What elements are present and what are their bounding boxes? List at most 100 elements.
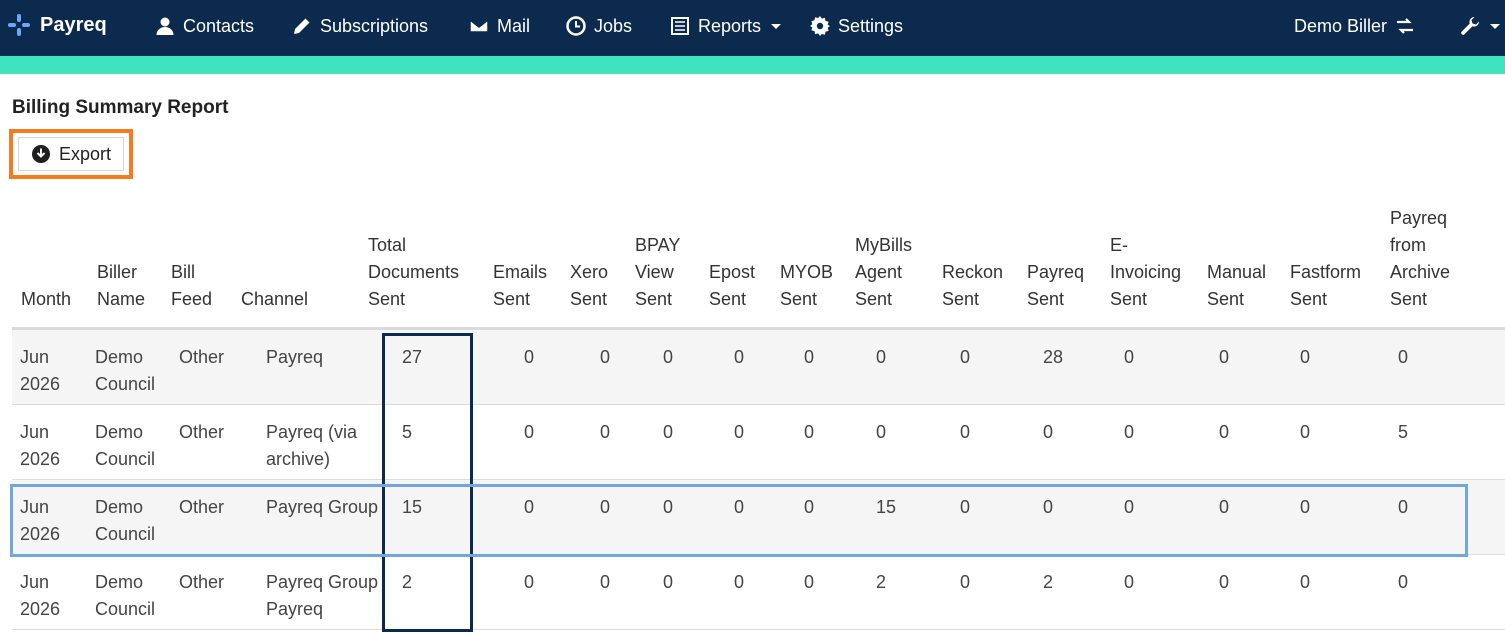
cell-biller-name: Demo Council	[95, 347, 156, 394]
cell-mybills: 0	[876, 347, 887, 367]
cell-einvoicing: 0	[1124, 347, 1135, 367]
cell-payreq: 0	[1043, 497, 1054, 517]
col-header-month[interactable]: Month	[21, 286, 91, 313]
nav-jobs[interactable]: Jobs	[566, 14, 632, 38]
col-header-fastform[interactable]: Fastform Sent	[1290, 259, 1374, 313]
cell-emails: 0	[524, 572, 535, 592]
cell-einvoicing: 0	[1124, 497, 1135, 517]
nav-reports-dropdown[interactable]: Reports	[670, 14, 782, 38]
cell-bill-feed: Other	[179, 497, 225, 517]
table-row: Jun 2026 Demo Council Other Payreq 27 0 …	[12, 330, 1505, 405]
cell-bill-feed: Other	[179, 572, 225, 592]
download-circle-icon	[32, 145, 50, 163]
col-header-xero[interactable]: Xero Sent	[570, 259, 620, 313]
cell-emails: 0	[524, 347, 535, 367]
cell-epost: 0	[734, 347, 745, 367]
brand-logo[interactable]: Payreq	[6, 10, 107, 40]
brand-name: Payreq	[40, 13, 107, 36]
cell-epost: 0	[734, 572, 745, 592]
export-highlight-box: Export	[9, 129, 133, 179]
cell-fastform: 0	[1300, 572, 1311, 592]
cell-xero: 0	[600, 347, 611, 367]
cell-epost: 0	[734, 422, 745, 442]
cell-xero: 0	[600, 572, 611, 592]
nav-subscriptions-label: Subscriptions	[320, 15, 429, 36]
col-header-emails[interactable]: Emails Sent	[493, 259, 557, 313]
cell-emails: 0	[524, 497, 535, 517]
col-header-payreq[interactable]: Payreq Sent	[1027, 259, 1093, 313]
col-header-biller-name[interactable]: Biller Name	[97, 259, 157, 313]
cell-payreq: 2	[1043, 572, 1054, 592]
cell-reckon: 0	[960, 422, 971, 442]
pencil-icon	[294, 18, 310, 34]
clock-icon	[566, 16, 586, 36]
cell-emails: 0	[524, 422, 535, 442]
col-header-manual[interactable]: Manual Sent	[1207, 259, 1273, 313]
chevron-down-icon	[1490, 23, 1500, 29]
cell-month: Jun 2026	[20, 572, 61, 619]
cell-xero: 0	[600, 422, 611, 442]
nav-contacts[interactable]: Contacts	[155, 14, 254, 38]
cell-total: 5	[402, 422, 413, 442]
cell-bpay: 0	[663, 497, 674, 517]
table-row: Jun 2026 Demo Council Other Payreq Group…	[12, 555, 1505, 630]
cell-channel: Payreq	[266, 347, 324, 367]
cell-bpay: 0	[663, 422, 674, 442]
cell-manual: 0	[1219, 422, 1230, 442]
cell-fastform: 0	[1300, 497, 1311, 517]
cell-mybills: 2	[876, 572, 887, 592]
nav-reports-label: Reports	[698, 15, 762, 36]
envelope-icon	[469, 19, 489, 33]
table-row: Jun 2026 Demo Council Other Payreq Group…	[12, 480, 1505, 555]
cell-bill-feed: Other	[179, 422, 225, 442]
cell-manual: 0	[1219, 347, 1230, 367]
cell-archive: 0	[1398, 347, 1409, 367]
table-header: Month Biller Name Bill Feed Channel Tota…	[12, 200, 1505, 330]
col-header-archive[interactable]: Payreq from Archive Sent	[1390, 205, 1460, 313]
cell-month: Jun 2026	[20, 497, 61, 544]
col-header-mybills[interactable]: MyBills Agent Sent	[855, 232, 921, 313]
tools-menu[interactable]	[1460, 14, 1500, 38]
cell-payreq: 28	[1043, 347, 1064, 367]
export-button[interactable]: Export	[18, 137, 124, 171]
cell-channel: Payreq (via archive)	[266, 422, 358, 469]
cell-fastform: 0	[1300, 422, 1311, 442]
cell-manual: 0	[1219, 572, 1230, 592]
cell-month: Jun 2026	[20, 422, 61, 469]
cell-total: 2	[402, 572, 413, 592]
col-header-einvoicing[interactable]: E-Invoicing Sent	[1110, 232, 1190, 313]
cell-payreq: 0	[1043, 422, 1054, 442]
cell-mybills: 0	[876, 422, 887, 442]
nav-mail[interactable]: Mail	[469, 14, 530, 38]
nav-settings[interactable]: Settings	[810, 14, 903, 38]
cell-bill-feed: Other	[179, 347, 225, 367]
col-header-myob[interactable]: MYOB Sent	[780, 259, 840, 313]
cell-xero: 0	[600, 497, 611, 517]
cell-biller-name: Demo Council	[95, 422, 156, 469]
cell-manual: 0	[1219, 497, 1230, 517]
col-header-total-documents[interactable]: Total Documents Sent	[368, 232, 472, 313]
nav-contacts-label: Contacts	[183, 15, 255, 36]
cell-einvoicing: 0	[1124, 572, 1135, 592]
nav-subscriptions[interactable]: Subscriptions	[292, 14, 428, 38]
col-header-reckon[interactable]: Reckon Sent	[942, 259, 1012, 313]
payreq-logo-icon	[6, 12, 32, 38]
cell-mybills: 15	[876, 497, 897, 517]
col-header-epost[interactable]: Epost Sent	[709, 259, 765, 313]
cell-biller-name: Demo Council	[95, 572, 156, 619]
user-icon	[156, 17, 174, 35]
table-row: Jun 2026 Demo Council Other Payreq (via …	[12, 405, 1505, 480]
col-header-bpay[interactable]: BPAY View Sent	[635, 232, 691, 313]
cell-bpay: 0	[663, 572, 674, 592]
col-header-channel[interactable]: Channel	[241, 286, 351, 313]
cell-channel: Payreq Group	[266, 497, 379, 517]
col-header-bill-feed[interactable]: Bill Feed	[171, 259, 221, 313]
page-title: Billing Summary Report	[12, 97, 229, 118]
wrench-icon	[1461, 16, 1480, 35]
switch-biller-button[interactable]: Demo Biller	[1294, 14, 1415, 38]
accent-bar	[0, 56, 1505, 74]
billing-summary-table: Month Biller Name Bill Feed Channel Tota…	[12, 200, 1505, 630]
export-button-label: Export	[59, 143, 112, 164]
current-biller-name: Demo Biller	[1294, 15, 1388, 36]
cell-channel: Payreq Group Payreq	[266, 572, 379, 619]
